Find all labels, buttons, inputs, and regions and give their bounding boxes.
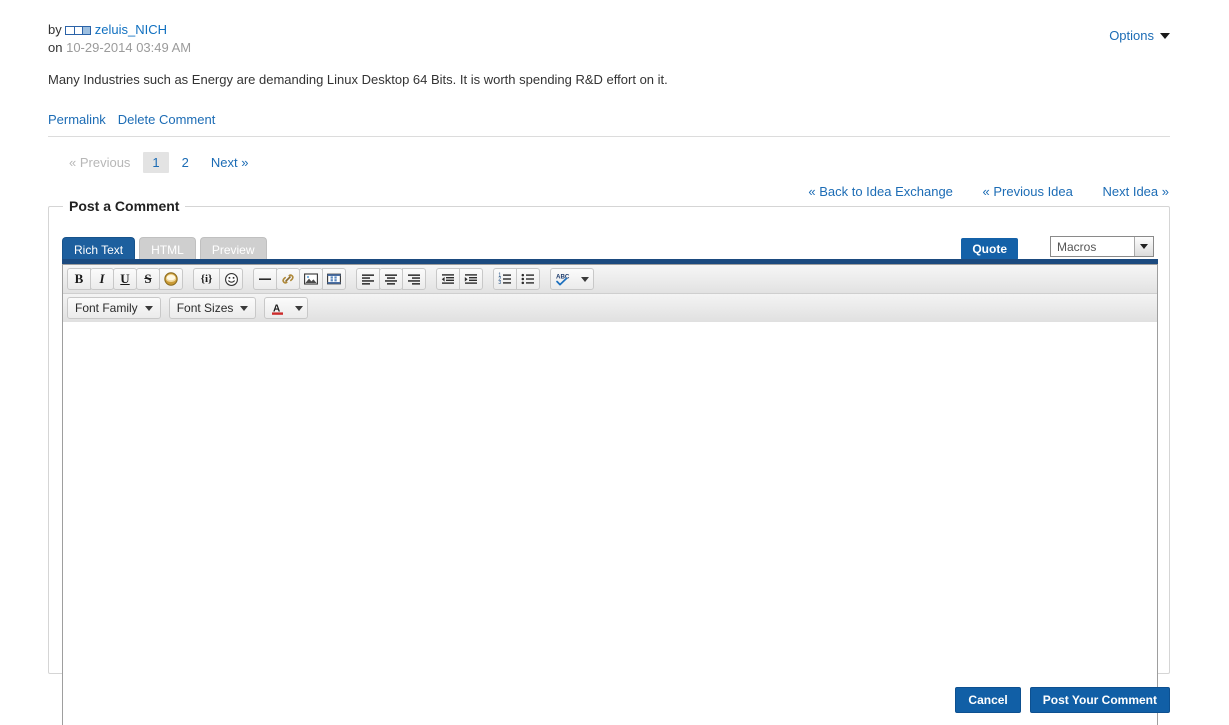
quote-button[interactable]: Quote xyxy=(961,238,1018,260)
text-color-picker[interactable]: A xyxy=(264,297,309,319)
comment-byline: by zeluis_NICH xyxy=(48,22,1170,38)
smiley-icon[interactable] xyxy=(219,268,243,290)
toolbar-group-indent xyxy=(436,268,483,290)
chevron-down-icon xyxy=(144,305,153,311)
ordered-list-icon[interactable]: 123 xyxy=(493,268,517,290)
spellcheck-glyph: ABC xyxy=(551,271,576,287)
comment-actions: Permalink Delete Comment xyxy=(48,112,1170,127)
pagination-previous[interactable]: « Previous xyxy=(60,152,139,173)
macros-select-value: Macros xyxy=(1057,239,1097,254)
toolbar-group-lists: 123 xyxy=(493,268,540,290)
toolbar-group-spellcheck: ABC xyxy=(550,268,594,290)
previous-idea-link[interactable]: « Previous Idea xyxy=(983,184,1073,199)
toolbar-group-align xyxy=(356,268,426,290)
comment-dateline: on 10-29-2014 03:49 AM xyxy=(48,39,1170,56)
delete-comment-link[interactable]: Delete Comment xyxy=(118,112,216,127)
unordered-list-icon[interactable] xyxy=(516,268,540,290)
editor-toolbar-row-1: B I U S {i} 1 2 3 ABC xyxy=(63,265,1157,294)
insert-variable-icon[interactable]: {i} xyxy=(193,268,220,290)
permalink-link[interactable]: Permalink xyxy=(48,112,106,127)
align-right-icon[interactable] xyxy=(402,268,426,290)
editor-toolbar-row-2: Font Family Font Sizes A xyxy=(63,294,1157,323)
toolbar-group-insert: {i} xyxy=(193,268,243,290)
macros-select[interactable]: Macros xyxy=(1050,236,1154,257)
chevron-down-icon xyxy=(1134,237,1153,256)
back-to-idea-exchange-link[interactable]: « Back to Idea Exchange xyxy=(808,184,953,199)
form-action-buttons: Cancel Post Your Comment xyxy=(955,687,1170,713)
underline-icon[interactable]: U xyxy=(113,268,137,290)
toolbar-group-formatting: B I U S xyxy=(67,268,183,290)
comment-body-text: Many Industries such as Energy are deman… xyxy=(48,72,668,87)
chevron-down-icon xyxy=(1160,33,1170,39)
chevron-down-icon[interactable] xyxy=(576,276,593,282)
font-sizes-dropdown[interactable]: Font Sizes xyxy=(168,297,257,319)
indent-icon[interactable] xyxy=(459,268,483,290)
next-idea-link[interactable]: Next Idea » xyxy=(1103,184,1170,199)
post-comment-form: Post a Comment Rich Text HTML Preview Qu… xyxy=(48,198,1170,725)
font-family-label: Font Family xyxy=(75,301,138,315)
svg-text:ABC: ABC xyxy=(556,273,570,280)
chevron-down-icon xyxy=(240,305,249,311)
outdent-icon[interactable] xyxy=(436,268,460,290)
align-left-icon[interactable] xyxy=(356,268,380,290)
svg-text:3: 3 xyxy=(498,280,501,286)
options-label: Options xyxy=(1109,28,1154,43)
font-sizes-label: Font Sizes xyxy=(176,301,234,315)
comment-body-input[interactable] xyxy=(63,322,1157,725)
bold-icon[interactable]: B xyxy=(67,268,91,290)
on-label: on xyxy=(48,40,63,55)
options-menu-button[interactable]: Options xyxy=(1109,28,1170,43)
align-center-icon[interactable] xyxy=(379,268,403,290)
link-icon[interactable] xyxy=(276,268,300,290)
text-color-glyph: A xyxy=(265,300,290,317)
italic-icon[interactable]: I xyxy=(90,268,114,290)
horizontal-rule-icon[interactable] xyxy=(253,268,277,290)
comment-date: 10-29-2014 03:49 AM xyxy=(66,40,192,55)
by-label: by xyxy=(48,22,62,37)
pagination: « Previous 1 2 Next » xyxy=(60,152,261,173)
post-comment-button[interactable]: Post Your Comment xyxy=(1029,687,1170,713)
idea-navigation: « Back to Idea Exchange « Previous Idea … xyxy=(782,184,1169,199)
pagination-page-2[interactable]: 2 xyxy=(173,152,198,173)
insert-image-icon[interactable] xyxy=(299,268,323,290)
rich-text-editor: B I U S {i} 1 2 3 ABC Font Family Font S… xyxy=(62,264,1158,725)
toolbar-group-media xyxy=(253,268,346,290)
strikethrough-icon[interactable]: S xyxy=(136,268,160,290)
rank-bar-icon xyxy=(64,25,91,35)
paint-bucket-icon[interactable] xyxy=(159,268,183,290)
insert-video-icon[interactable] xyxy=(322,268,346,290)
spellcheck-icon[interactable]: ABC xyxy=(550,268,594,290)
pagination-next[interactable]: Next » xyxy=(202,152,258,173)
post-comment-legend: Post a Comment xyxy=(63,198,186,214)
font-family-dropdown[interactable]: Font Family xyxy=(67,297,161,319)
cancel-button[interactable]: Cancel xyxy=(955,687,1021,713)
divider xyxy=(48,136,1170,137)
comment-block: by zeluis_NICH on 10-29-2014 03:49 AM Man… xyxy=(48,22,1170,127)
comment-author-link[interactable]: zeluis_NICH xyxy=(95,22,167,37)
pagination-page-1[interactable]: 1 xyxy=(143,152,169,173)
chevron-down-icon[interactable] xyxy=(290,305,307,311)
comment-page: by zeluis_NICH on 10-29-2014 03:49 AM Man… xyxy=(0,0,1229,725)
